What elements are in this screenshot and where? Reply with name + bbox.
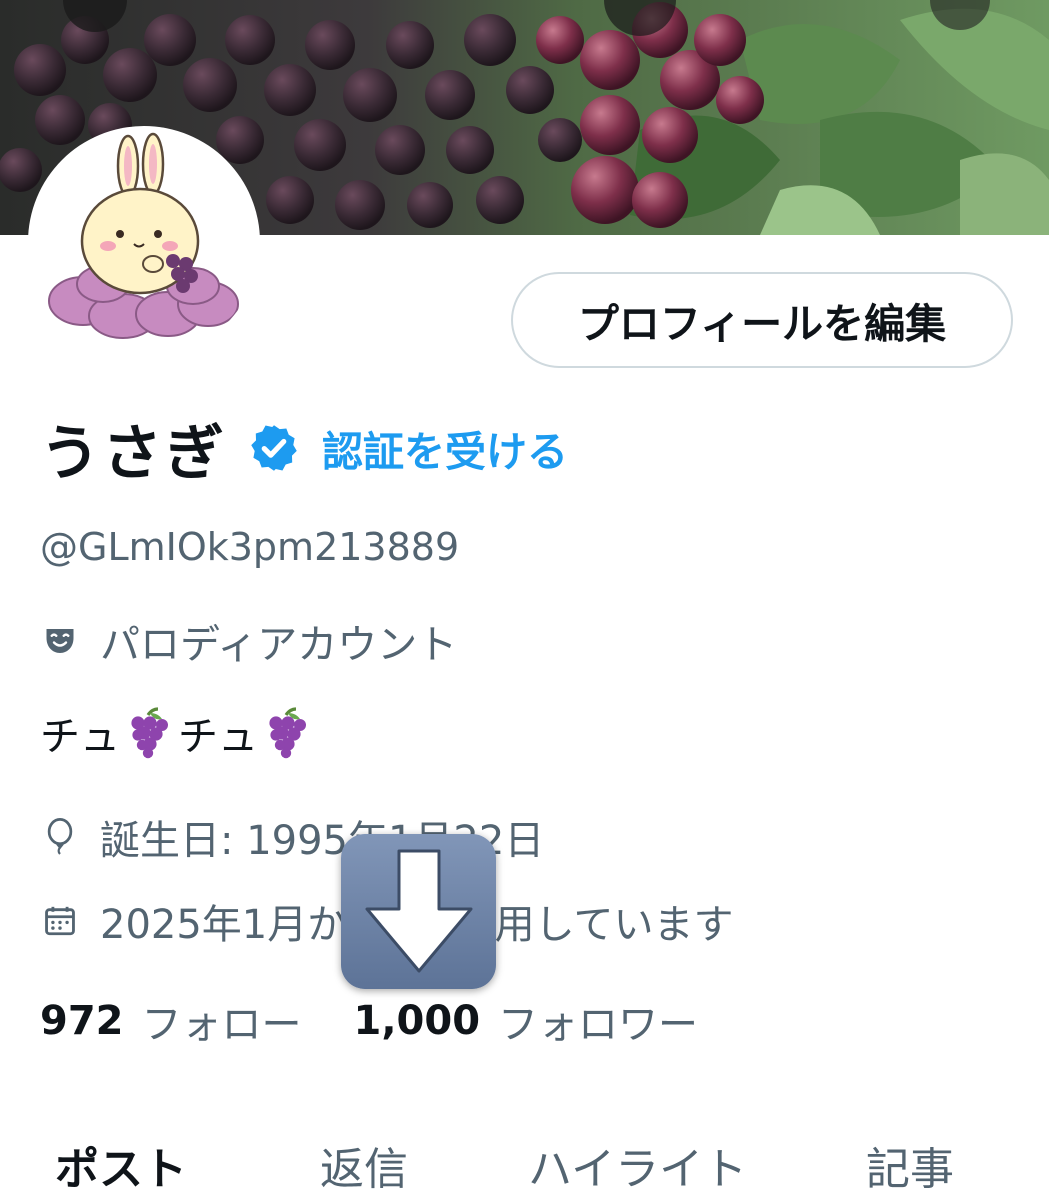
- follow-stats: 972 フォロー 1,000 フォロワー: [40, 992, 698, 1050]
- calendar-icon: [40, 901, 80, 941]
- profile-avatar[interactable]: [28, 126, 260, 358]
- verified-badge-icon: [251, 425, 297, 471]
- bio-text-1: チュ: [40, 714, 120, 760]
- following-count: 972: [40, 998, 124, 1044]
- parody-text: パロディアカウント: [100, 622, 458, 668]
- tab-replies[interactable]: 返信: [320, 1133, 408, 1197]
- tab-highlights[interactable]: ハイライト: [528, 1133, 747, 1197]
- tab-articles[interactable]: 記事: [866, 1133, 954, 1197]
- get-verified-link[interactable]: 認証を受ける: [322, 418, 568, 478]
- tab-posts[interactable]: ポスト: [55, 1133, 187, 1197]
- profile-bio: チュ チュ: [40, 704, 316, 762]
- grape-emoji-icon: [131, 707, 168, 759]
- following-link[interactable]: 972 フォロー: [40, 992, 302, 1050]
- balloon-icon: [40, 817, 80, 857]
- bio-text-2: チュ: [178, 714, 258, 760]
- followers-count: 1,000: [353, 998, 481, 1044]
- theater-mask-icon: [40, 621, 80, 661]
- name-row: うさぎ 認証を受ける: [40, 408, 568, 489]
- followers-label: フォロワー: [498, 1002, 699, 1048]
- display-name: うさぎ: [40, 418, 226, 489]
- profile-tabs: ポスト 返信 ハイライト 記事: [0, 1125, 1049, 1200]
- followers-link[interactable]: 1,000 フォロワー: [354, 992, 699, 1050]
- edit-profile-button[interactable]: プロフィールを編集: [511, 272, 1013, 368]
- user-handle: @GLmIOk3pm213889: [40, 525, 460, 569]
- download-arrow-icon[interactable]: [341, 834, 496, 989]
- following-label: フォロー: [141, 1002, 302, 1048]
- parody-account-label: パロディアカウント: [40, 612, 457, 670]
- grape-emoji-icon: [269, 707, 306, 759]
